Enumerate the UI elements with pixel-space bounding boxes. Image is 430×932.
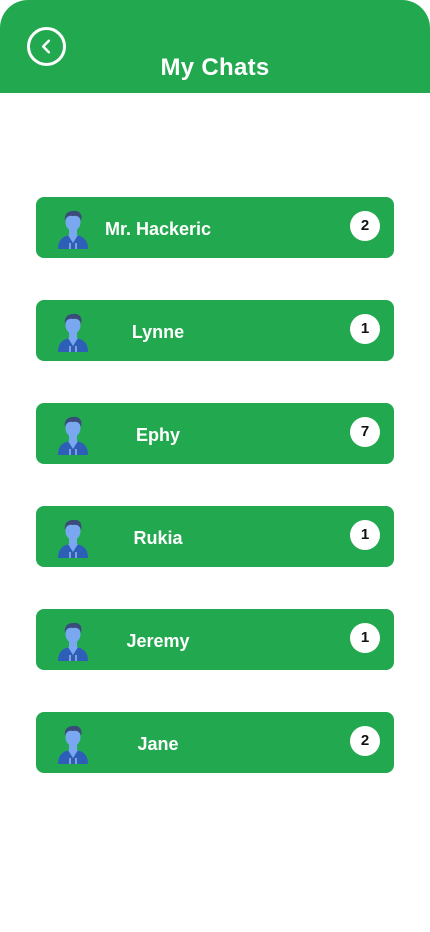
chat-name: Rukia bbox=[133, 528, 183, 548]
chat-name: Mr. Hackeric bbox=[104, 219, 212, 239]
chat-name: Lynne bbox=[131, 322, 185, 342]
chat-item[interactable]: Mr. Hackeric 2 bbox=[36, 197, 394, 258]
chat-name: Jeremy bbox=[126, 631, 190, 651]
unread-badge: 1 bbox=[350, 314, 380, 344]
chat-name: Ephy bbox=[135, 425, 180, 445]
unread-badge: 1 bbox=[350, 623, 380, 653]
chat-item[interactable]: Ephy 7 bbox=[36, 403, 394, 464]
user-avatar-icon bbox=[58, 313, 88, 352]
page-title: My Chats bbox=[160, 54, 270, 81]
chat-item[interactable]: Jane 2 bbox=[36, 712, 394, 773]
chat-list: Mr. Hackeric 2 Lynne 1 Ephy 7 Rukia 1 Je… bbox=[36, 197, 394, 815]
unread-badge: 1 bbox=[350, 520, 380, 550]
chat-name: Jane bbox=[137, 734, 179, 754]
user-avatar-icon bbox=[58, 519, 88, 558]
user-avatar-icon bbox=[58, 725, 88, 764]
unread-badge: 7 bbox=[350, 417, 380, 447]
chat-item[interactable]: Lynne 1 bbox=[36, 300, 394, 361]
unread-badge: 2 bbox=[350, 726, 380, 756]
unread-badge: 2 bbox=[350, 211, 380, 241]
chat-item[interactable]: Jeremy 1 bbox=[36, 609, 394, 670]
user-avatar-icon bbox=[58, 210, 88, 249]
chat-item[interactable]: Rukia 1 bbox=[36, 506, 394, 567]
user-avatar-icon bbox=[58, 416, 88, 455]
app-header: My Chats bbox=[0, 0, 430, 93]
user-avatar-icon bbox=[58, 622, 88, 661]
